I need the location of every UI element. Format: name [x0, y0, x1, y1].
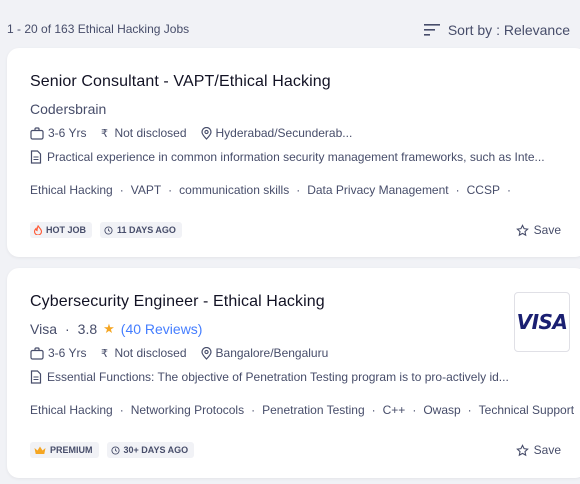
sort-label: Sort by : Relevance	[447, 22, 570, 38]
visa-logo-text: VISA	[516, 310, 568, 334]
save-button[interactable]: Save	[515, 223, 561, 237]
sort-icon	[423, 24, 440, 36]
svg-text:₹: ₹	[101, 127, 108, 139]
skill-tag: Ethical Hacking	[30, 403, 131, 417]
skill-tag: Data Privacy Management	[307, 183, 466, 197]
experience: 3-6 Yrs	[30, 346, 86, 360]
posted-date-badge: 30+ DAYS AGO	[106, 442, 195, 458]
job-meta: 3-6 Yrs ₹ Not disclosed Hyderabad/Secund…	[30, 126, 366, 140]
star-outline-icon	[515, 223, 529, 236]
hot-job-label: HOT JOB	[46, 225, 87, 235]
posted-date-badge: 11 DAYS AGO	[100, 222, 182, 238]
skill-tag: Networking Protocols	[131, 403, 262, 417]
rupee-icon: ₹	[101, 347, 108, 359]
location-value: Hyderabad/Secunderab...	[215, 126, 353, 140]
job-description: Practical experience in common informati…	[30, 150, 545, 164]
experience-value: 3-6 Yrs	[48, 346, 87, 360]
history-icon	[110, 445, 120, 455]
star-filled-icon: ★	[103, 321, 115, 336]
posted-date: 30+ DAYS AGO	[123, 445, 189, 455]
job-badges: PREMIUM 30+ DAYS AGO	[30, 442, 202, 458]
results-count: 1 - 20 of 163 Ethical Hacking Jobs	[7, 22, 189, 36]
rupee-icon: ₹	[101, 127, 108, 139]
briefcase-icon	[30, 126, 44, 140]
skill-tags: Ethical Hacking VAPT communication skill…	[30, 183, 518, 197]
location: Hyderabad/Secunderab...	[200, 126, 353, 140]
experience-value: 3-6 Yrs	[48, 126, 87, 140]
premium-label: PREMIUM	[50, 445, 93, 455]
skill-tag: Ethical Hacking	[30, 183, 131, 197]
skill-tag: C++	[383, 403, 424, 417]
save-button[interactable]: Save	[515, 443, 561, 457]
company-logo[interactable]: VISA	[514, 292, 570, 352]
location-value: Bangalore/Bengaluru	[215, 346, 329, 360]
job-card[interactable]: Cybersecurity Engineer - Ethical Hacking…	[7, 268, 580, 478]
posted-date: 11 DAYS AGO	[117, 225, 176, 235]
hot-job-badge: HOT JOB	[30, 222, 93, 238]
skill-tag: VAPT	[131, 183, 179, 197]
salary: ₹ Not disclosed	[100, 126, 186, 140]
company-rating: 3.8	[77, 321, 98, 337]
briefcase-icon	[30, 346, 44, 360]
location: Bangalore/Bengaluru	[200, 346, 329, 360]
save-label: Save	[533, 443, 561, 457]
job-description: Essential Functions: The objective of Pe…	[30, 370, 509, 384]
history-icon	[104, 225, 113, 235]
skill-tag: Penetration Testing	[262, 403, 383, 417]
description-text: Practical experience in common informati…	[47, 150, 545, 164]
star-outline-icon	[515, 443, 529, 456]
job-title-link[interactable]: Senior Consultant - VAPT/Ethical Hacking	[30, 73, 331, 91]
sort-dropdown[interactable]: Sort by : Relevance	[423, 22, 570, 38]
job-badges: HOT JOB 11 DAYS AGO	[30, 222, 190, 238]
location-pin-icon	[200, 126, 212, 140]
premium-badge: PREMIUM	[30, 442, 99, 458]
salary-value: Not disclosed	[114, 346, 187, 360]
skill-tags: Ethical Hacking Networking Protocols Pen…	[30, 403, 580, 417]
salary-value: Not disclosed	[114, 126, 187, 140]
description-text: Essential Functions: The objective of Pe…	[47, 370, 509, 384]
results-header: 1 - 20 of 163 Ethical Hacking Jobs Sort …	[0, 0, 580, 48]
company-name[interactable]: Visa	[30, 321, 57, 337]
skill-tag: Owasp	[423, 403, 478, 417]
skill-tag: CCSP	[467, 183, 518, 197]
reviews-link[interactable]: (40 Reviews)	[121, 321, 203, 337]
location-pin-icon	[200, 346, 212, 360]
job-title-link[interactable]: Cybersecurity Engineer - Ethical Hacking	[30, 293, 325, 311]
results-count-range: 1 - 20 of 163	[7, 22, 75, 36]
salary: ₹ Not disclosed	[100, 346, 186, 360]
svg-text:₹: ₹	[101, 347, 108, 359]
skill-tag: Technical Support	[479, 403, 580, 417]
save-label: Save	[533, 223, 561, 237]
separator-dot: ·	[64, 321, 70, 337]
flame-icon	[34, 225, 42, 235]
experience: 3-6 Yrs	[30, 126, 86, 140]
document-icon	[30, 370, 42, 384]
job-meta: 3-6 Yrs ₹ Not disclosed Bangalore/Bengal…	[30, 346, 342, 360]
job-card[interactable]: Senior Consultant - VAPT/Ethical Hacking…	[7, 48, 580, 257]
crown-icon	[34, 446, 46, 454]
company-name[interactable]: Codersbrain	[30, 101, 106, 117]
company-info: Visa · 3.8 ★ (40 Reviews)	[30, 321, 202, 337]
results-query: Ethical Hacking Jobs	[77, 22, 190, 36]
document-icon	[30, 150, 42, 164]
skill-tag: communication skills	[179, 183, 307, 197]
